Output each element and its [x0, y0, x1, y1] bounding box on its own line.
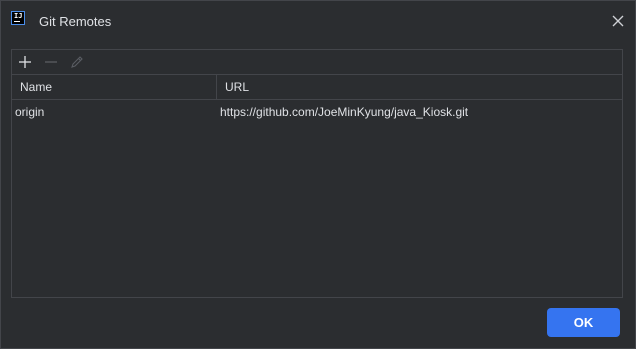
plus-icon[interactable] [16, 53, 34, 71]
table-header: Name URL [12, 75, 622, 100]
ok-button[interactable]: OK [547, 308, 620, 337]
remote-url-cell: https://github.com/JoeMinKyung/java_Kios… [220, 105, 469, 119]
git-remotes-dialog: IJ Git Remotes Name URL origin https://g… [0, 0, 636, 349]
column-header-name[interactable]: Name [12, 75, 217, 99]
remotes-toolbar [12, 50, 622, 75]
remotes-panel: Name URL origin https://github.com/JoeMi… [11, 49, 623, 298]
close-icon[interactable] [609, 12, 627, 30]
dialog-title: Git Remotes [39, 14, 112, 29]
intellij-app-icon: IJ [11, 11, 25, 25]
title-bar: IJ Git Remotes [1, 1, 635, 41]
app-icon-text: IJ [14, 12, 23, 20]
remote-name-cell: origin [15, 105, 45, 119]
minus-icon[interactable] [42, 53, 60, 71]
pencil-icon[interactable] [68, 53, 86, 71]
column-header-url[interactable]: URL [218, 75, 622, 99]
table-row[interactable]: origin https://github.com/JoeMinKyung/ja… [12, 100, 622, 124]
